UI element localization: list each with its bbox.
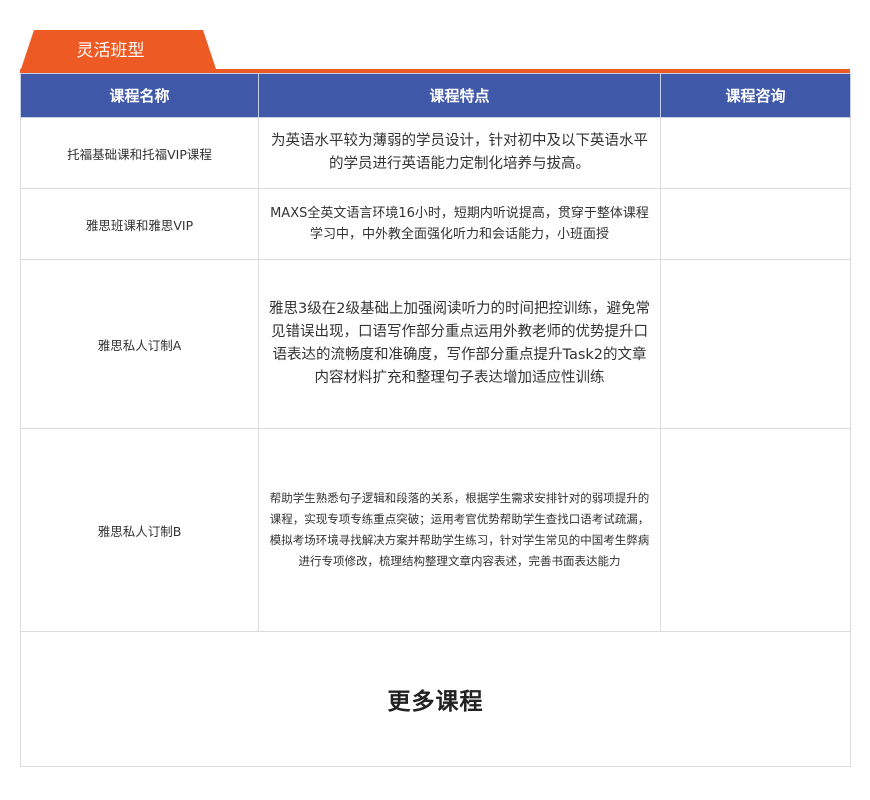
tab-underline — [20, 69, 850, 73]
course-section: 灵活班型 课程名称 课程特点 课程咨询 托福基础课和托福VIP课程 为英语水平较… — [20, 28, 851, 767]
table-row: 雅思私人订制A 雅思3级在2级基础上加强阅读听力的时间把控训练，避免常见错误出现… — [20, 259, 851, 429]
course-features-cell: 雅思3级在2级基础上加强阅读听力的时间把控训练，避免常见错误出现，口语写作部分重… — [258, 259, 661, 429]
course-features-cell: 帮助学生熟悉句子逻辑和段落的关系，根据学生需求安排针对的弱项提升的课程，实现专项… — [258, 428, 661, 632]
course-consult-cell[interactable] — [660, 188, 851, 260]
more-courses-row: 更多课程 — [20, 631, 851, 767]
course-consult-cell[interactable] — [660, 428, 851, 632]
more-courses-link[interactable]: 更多课程 — [388, 689, 484, 715]
more-courses-cell[interactable]: 更多课程 — [20, 631, 851, 767]
table-row: 雅思私人订制B 帮助学生熟悉句子逻辑和段落的关系，根据学生需求安排针对的弱项提升… — [20, 428, 851, 632]
course-name-cell: 托福基础课和托福VIP课程 — [20, 117, 259, 189]
course-name-cell: 雅思班课和雅思VIP — [20, 188, 259, 260]
course-consult-cell[interactable] — [660, 117, 851, 189]
course-table: 课程名称 课程特点 课程咨询 托福基础课和托福VIP课程 为英语水平较为薄弱的学… — [20, 73, 851, 767]
course-consult-cell[interactable] — [660, 259, 851, 429]
course-name-cell: 雅思私人订制B — [20, 428, 259, 632]
table-row: 托福基础课和托福VIP课程 为英语水平较为薄弱的学员设计，针对初中及以下英语水平… — [20, 117, 851, 189]
course-name-cell: 雅思私人订制A — [20, 259, 259, 429]
tab-label: 灵活班型 — [76, 41, 145, 61]
column-header-course-consult: 课程咨询 — [660, 73, 851, 118]
course-features-cell: 为英语水平较为薄弱的学员设计，针对初中及以下英语水平的学员进行英语能力定制化培养… — [258, 117, 661, 189]
table-row: 雅思班课和雅思VIP MAXS全英文语言环境16小时，短期内听说提高，贯穿于整体… — [20, 188, 851, 260]
course-features-cell: MAXS全英文语言环境16小时，短期内听说提高，贯穿于整体课程学习中，中外教全面… — [258, 188, 661, 260]
tab-flexible-class[interactable]: 灵活班型 — [20, 30, 217, 72]
tab-header: 灵活班型 — [20, 28, 850, 73]
column-header-course-features: 课程特点 — [258, 73, 661, 118]
table-header-row: 课程名称 课程特点 课程咨询 — [20, 73, 851, 118]
column-header-course-name: 课程名称 — [20, 73, 259, 118]
